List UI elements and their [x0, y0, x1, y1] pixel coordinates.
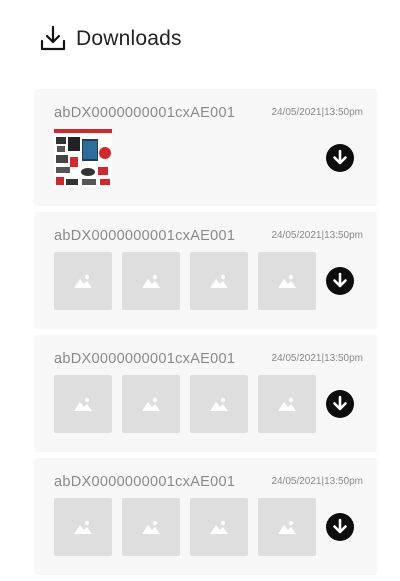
image-icon: [210, 275, 228, 288]
thumbnail-strip: [54, 375, 326, 433]
image-placeholder[interactable]: [54, 252, 112, 310]
download-date: 24/05/2021|13:50pm: [271, 107, 363, 118]
image-placeholder[interactable]: [190, 375, 248, 433]
download-tray-icon: [40, 25, 66, 51]
image-icon: [210, 398, 228, 411]
download-id: abDX0000000001cxAE001: [54, 474, 236, 490]
image-icon: [142, 521, 160, 534]
image-icon: [210, 521, 228, 534]
thumbnail-strip: [54, 498, 326, 556]
download-button[interactable]: [326, 144, 354, 172]
download-id: abDX0000000001cxAE001: [54, 351, 236, 367]
download-card[interactable]: abDX0000000001cxAE001 24/05/2021|13:50pm: [34, 335, 377, 452]
download-button[interactable]: [326, 513, 354, 541]
image-placeholder[interactable]: [258, 252, 316, 310]
download-date: 24/05/2021|13:50pm: [271, 353, 363, 364]
arrow-down-icon: [333, 272, 347, 288]
image-placeholder[interactable]: [258, 375, 316, 433]
download-card[interactable]: abDX0000000001cxAE001 24/05/2021|13:50pm: [34, 458, 377, 575]
image-placeholder[interactable]: [190, 252, 248, 310]
image-icon: [74, 275, 92, 288]
image-icon: [74, 521, 92, 534]
image-icon: [278, 521, 296, 534]
image-icon: [74, 398, 92, 411]
downloads-list: abDX0000000001cxAE001 24/05/2021|13:50pm: [34, 89, 377, 581]
download-card[interactable]: abDX0000000001cxAE001 24/05/2021|13:50pm: [34, 89, 377, 206]
image-placeholder[interactable]: [122, 498, 180, 556]
image-icon: [278, 398, 296, 411]
arrow-down-icon: [333, 395, 347, 411]
download-date: 24/05/2021|13:50pm: [271, 476, 363, 487]
image-placeholder[interactable]: [258, 498, 316, 556]
image-icon: [142, 275, 160, 288]
thumbnail-strip: [54, 252, 326, 310]
arrow-down-icon: [333, 149, 347, 165]
download-card[interactable]: abDX0000000001cxAE001 24/05/2021|13:50pm: [34, 212, 377, 329]
product-flyer-image[interactable]: [54, 129, 112, 187]
download-id: abDX0000000001cxAE001: [54, 228, 236, 244]
image-placeholder[interactable]: [190, 498, 248, 556]
image-placeholder[interactable]: [54, 498, 112, 556]
image-icon: [278, 275, 296, 288]
image-placeholder[interactable]: [122, 252, 180, 310]
download-date: 24/05/2021|13:50pm: [271, 230, 363, 241]
image-icon: [142, 398, 160, 411]
page-header: Downloads: [38, 24, 182, 54]
download-button[interactable]: [326, 267, 354, 295]
image-placeholder[interactable]: [122, 375, 180, 433]
download-id: abDX0000000001cxAE001: [54, 105, 236, 121]
image-placeholder[interactable]: [54, 375, 112, 433]
arrow-down-icon: [333, 518, 347, 534]
page-title: Downloads: [76, 27, 182, 50]
download-button[interactable]: [326, 390, 354, 418]
